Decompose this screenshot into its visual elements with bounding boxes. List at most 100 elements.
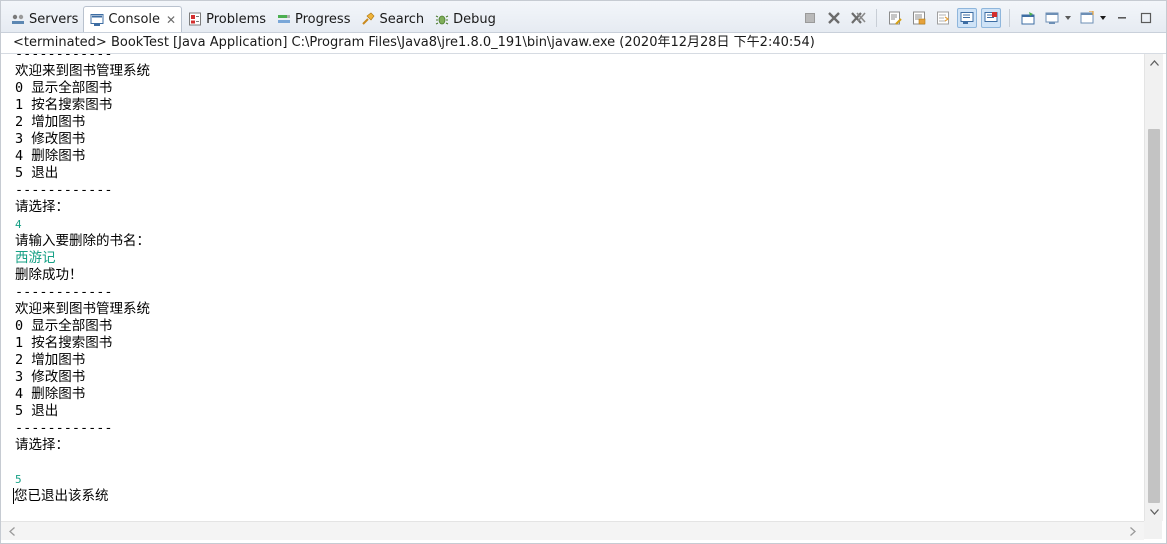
tab-list: Servers Console ✕ Problems Progress Sear… xyxy=(5,6,501,32)
chevron-down-icon[interactable] xyxy=(1145,503,1163,521)
console-line-text: ------------ xyxy=(15,54,113,62)
console-line-text: ------------ xyxy=(15,182,113,198)
console-output[interactable]: ------------ 欢迎来到图书管理系统 0 显示全部图书 1 按名搜索图书 2 … xyxy=(1,54,1144,521)
problems-icon xyxy=(188,12,202,26)
pin-console-icon[interactable] xyxy=(1018,8,1038,28)
console-line-text: 0 显示全部图书 xyxy=(15,318,113,334)
console-line-text: 4 删除图书 xyxy=(15,148,86,164)
process-status-label: <terminated> BookTest [Java Application]… xyxy=(13,35,815,50)
console-line-text: 5 xyxy=(15,473,22,486)
console-line-text: 3 修改图书 xyxy=(15,369,86,385)
console-output-line: 5 退出 xyxy=(15,165,150,182)
scrollbar-corner xyxy=(1144,521,1162,539)
console-line-text: 5 退出 xyxy=(15,403,59,419)
tab-console[interactable]: Console ✕ xyxy=(83,6,183,32)
search-icon xyxy=(361,12,375,26)
console-output-line: 欢迎来到图书管理系统 xyxy=(15,301,150,318)
show-on-stdout-icon[interactable] xyxy=(957,8,977,28)
console-line-text: ------------ xyxy=(15,284,113,300)
minimize-icon[interactable] xyxy=(1112,8,1132,28)
console-output-line: 2 增加图书 xyxy=(15,114,150,131)
console-line-text: 3 修改图书 xyxy=(15,131,86,147)
console-line-text: 您已退出该系统 xyxy=(13,488,109,504)
close-icon[interactable]: ✕ xyxy=(166,14,176,26)
console-output-line: 欢迎来到图书管理系统 xyxy=(15,63,150,80)
console-output-line: 3 修改图书 xyxy=(15,131,150,148)
display-selected-console-icon[interactable] xyxy=(1042,8,1062,28)
console-input-line: 5 xyxy=(15,471,150,488)
tab-problems[interactable]: Problems xyxy=(182,7,271,31)
debug-icon xyxy=(435,12,449,26)
console-output-line: 请选择： xyxy=(15,437,150,454)
vertical-scrollbar[interactable] xyxy=(1144,54,1163,521)
word-wrap-icon[interactable] xyxy=(933,8,953,28)
toolbar-separator xyxy=(1009,9,1010,27)
console-line-text: 删除成功！ xyxy=(15,267,83,283)
horizontal-scrollbar[interactable] xyxy=(1,521,1144,540)
tab-progress[interactable]: Progress xyxy=(271,7,355,31)
console-line-text: 4 xyxy=(15,218,22,231)
chevron-up-icon[interactable] xyxy=(1145,54,1163,72)
tab-label: Problems xyxy=(206,11,266,27)
console-output-line: ------------ xyxy=(15,54,150,63)
console-output-line: 0 显示全部图书 xyxy=(15,318,150,335)
console-output-line: 5 退出 xyxy=(15,403,150,420)
console-output-line: 4 删除图书 xyxy=(15,148,150,165)
console-line-text: 5 退出 xyxy=(15,165,59,181)
remove-launch-icon[interactable] xyxy=(824,8,844,28)
console-line-text: 请选择： xyxy=(15,437,69,453)
tab-label: Console xyxy=(108,12,161,27)
tab-label: Servers xyxy=(29,11,79,27)
console-output-line: 2 增加图书 xyxy=(15,352,150,369)
console-output-line: 请选择： xyxy=(15,199,150,216)
console-line-text: 欢迎来到图书管理系统 xyxy=(15,301,150,317)
console-output-line: ------------ xyxy=(15,284,150,301)
console-line-text: 4 删除图书 xyxy=(15,386,86,402)
console-output-line: ------------ xyxy=(15,420,150,437)
console-output-line: 1 按名搜索图书 xyxy=(15,97,150,114)
toolbar-separator xyxy=(876,9,877,27)
console-line-text: 0 显示全部图书 xyxy=(15,80,113,96)
view-tab-bar: Servers Console ✕ Problems Progress Sear… xyxy=(1,1,1166,33)
console-output-line: 删除成功！ xyxy=(15,267,150,284)
chevron-down-icon[interactable] xyxy=(1098,8,1108,28)
tab-debug[interactable]: Debug xyxy=(429,7,501,31)
tab-label: Search xyxy=(379,11,425,27)
chevron-left-icon[interactable] xyxy=(3,522,21,540)
console-output-line: 0 显示全部图书 xyxy=(15,80,150,97)
tab-label: Debug xyxy=(453,11,496,27)
console-icon xyxy=(90,13,104,27)
chevron-down-icon[interactable] xyxy=(1063,8,1073,28)
scrollbar-thumb[interactable] xyxy=(1148,129,1160,503)
console-toolbar xyxy=(796,8,1156,28)
servers-icon xyxy=(11,12,25,26)
console-line-text: 请选择： xyxy=(15,199,69,215)
chevron-right-icon[interactable] xyxy=(1124,522,1142,540)
console-output-line: 1 按名搜索图书 xyxy=(15,335,150,352)
remove-all-terminated-icon[interactable] xyxy=(848,8,868,28)
console-output-line: 3 修改图书 xyxy=(15,369,150,386)
console-line-text: ------------ xyxy=(15,420,113,436)
console-line-text: 欢迎来到图书管理系统 xyxy=(15,63,150,79)
console-output-line: ------------ xyxy=(15,182,150,199)
console-output-line: 您已退出该系统 xyxy=(13,488,150,505)
tab-servers[interactable]: Servers xyxy=(5,7,83,31)
show-on-stderr-icon[interactable] xyxy=(981,8,1001,28)
console-line-text: 2 增加图书 xyxy=(15,352,86,368)
console-input-line: 4 xyxy=(15,216,150,233)
scroll-lock-icon[interactable] xyxy=(909,8,929,28)
console-lines: ------------ 欢迎来到图书管理系统 0 显示全部图书 1 按名搜索图书 2 … xyxy=(13,54,150,505)
console-line-text: 请输入要删除的书名： xyxy=(15,233,150,249)
clear-console-icon[interactable] xyxy=(885,8,905,28)
open-console-icon[interactable] xyxy=(1077,8,1097,28)
progress-icon xyxy=(277,12,291,26)
console-line-text: 2 增加图书 xyxy=(15,114,86,130)
maximize-icon[interactable] xyxy=(1136,8,1156,28)
terminate-icon[interactable] xyxy=(800,8,820,28)
tab-search[interactable]: Search xyxy=(355,7,429,31)
console-input-line: 西游记 xyxy=(15,250,150,267)
console-line-text: 1 按名搜索图书 xyxy=(15,97,113,113)
tab-label: Progress xyxy=(295,11,351,27)
console-output-line xyxy=(15,454,150,471)
console-view: Servers Console ✕ Problems Progress Sear… xyxy=(0,0,1167,544)
